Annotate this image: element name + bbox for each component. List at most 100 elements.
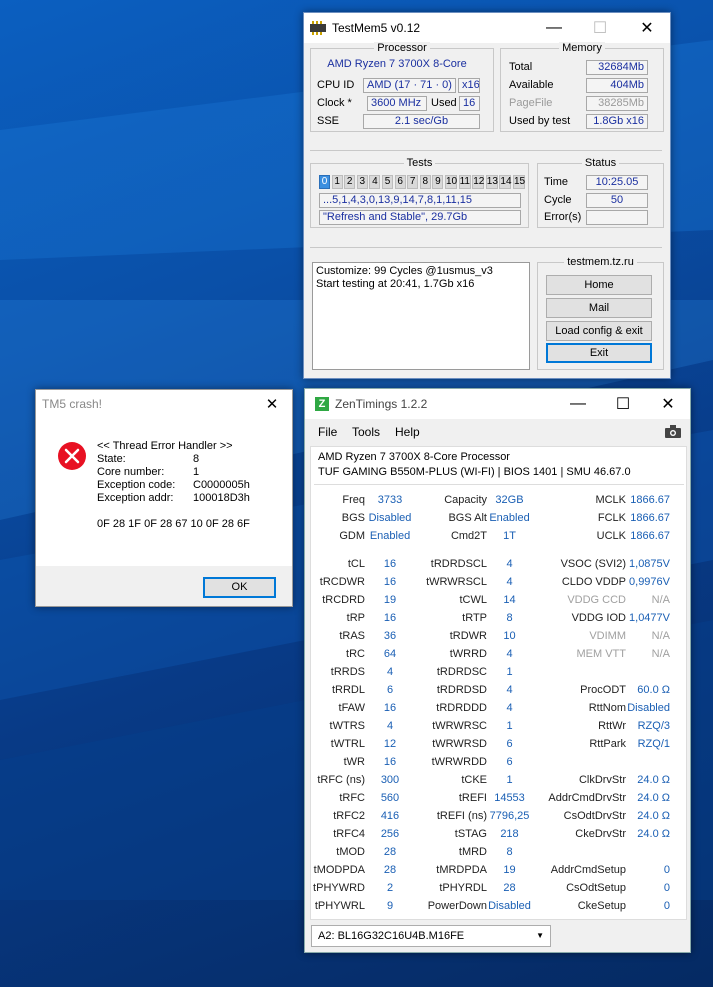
crash-close-button[interactable]: ✕: [252, 390, 292, 418]
chevron-down-icon: ▼: [536, 931, 544, 940]
used-label: Used: [431, 97, 457, 109]
sse-label: SSE: [317, 115, 340, 127]
timing-value: N/A: [651, 648, 670, 660]
timing-value: 4: [506, 648, 513, 660]
timing-value: 4: [506, 702, 513, 714]
zen-board-info: TUF GAMING B550M-PLUS (WI-FI) | BIOS 140…: [318, 466, 631, 478]
timing-label: tWTRL: [330, 738, 365, 750]
timing-value: 3733: [377, 494, 403, 506]
code-label: Exception code:: [97, 479, 176, 491]
timing-value: 218: [500, 828, 519, 840]
log-line: Start testing at 20:41, 1.7Gb x16: [316, 278, 475, 290]
timing-value: 24.0 Ω: [637, 774, 670, 786]
usedby-field: 1.8Gb x16: [586, 114, 648, 129]
maximize-button[interactable]: ☐: [577, 13, 623, 43]
timing-value: 4: [506, 558, 513, 570]
processor-name: AMD Ryzen 7 3700X 8-Core: [327, 58, 467, 70]
timing-value: Enabled: [489, 512, 530, 524]
timing-label: tWRWRDD: [431, 756, 487, 768]
close-button[interactable]: ✕: [624, 13, 670, 43]
test-number: 10: [445, 175, 458, 189]
timing-value: N/A: [651, 630, 670, 642]
load-config-button[interactable]: Load config & exit: [546, 321, 652, 341]
mail-button[interactable]: Mail: [546, 298, 652, 318]
crash-titlebar[interactable]: TM5 crash! ✕: [36, 390, 292, 418]
cycle-field: 50: [586, 193, 648, 208]
timing-value: 28: [383, 864, 397, 876]
menu-tools[interactable]: Tools: [352, 425, 380, 439]
module-select[interactable]: A2: BL16G32C16U4B.M16FE ▼: [311, 925, 551, 947]
timing-label: tFAW: [338, 702, 365, 714]
used-field: 16: [459, 96, 480, 111]
timing-value: 9: [386, 900, 394, 912]
minimize-button[interactable]: —: [531, 13, 577, 43]
zen-maximize-button[interactable]: ☐: [600, 389, 646, 419]
available-label: Available: [509, 79, 554, 91]
timing-value: 416: [380, 810, 400, 822]
timing-value: 1,0875V: [629, 558, 670, 570]
timing-value: 60.0 Ω: [637, 684, 670, 696]
timing-value: 24.0 Ω: [637, 828, 670, 840]
core-value: 1: [193, 466, 200, 478]
core-label: Core number:: [97, 466, 165, 478]
timing-value: 16: [383, 612, 397, 624]
timing-value: 1: [506, 666, 513, 678]
test-number: 14: [499, 175, 512, 189]
zentimings-title: ZenTimings 1.2.2: [335, 397, 428, 411]
test-sequence-field: ...5,1,4,3,0,13,9,14,7,8,1,11,15: [319, 193, 521, 208]
timing-label: tRP: [346, 612, 365, 624]
zen-minimize-button[interactable]: —: [555, 389, 601, 419]
clock-label: Clock *: [317, 97, 352, 109]
test-number: 8: [419, 175, 431, 189]
timing-value: 7796,25: [489, 810, 530, 822]
timing-value: 12: [383, 738, 397, 750]
timing-value: 6: [506, 738, 513, 750]
home-button[interactable]: Home: [546, 275, 652, 295]
log-textbox[interactable]: Customize: 99 Cycles @1usmus_v3 Start te…: [312, 262, 530, 370]
separator: [310, 247, 662, 248]
timing-label: tRDRDSD: [436, 684, 487, 696]
ok-button[interactable]: OK: [203, 577, 276, 598]
timing-value: 6: [386, 684, 394, 696]
timing-label: tCL: [347, 558, 365, 570]
exit-button[interactable]: Exit: [546, 343, 652, 363]
timing-value: 1,0477V: [629, 612, 670, 624]
cycle-label: Cycle: [544, 194, 572, 206]
test-number: 7: [407, 175, 419, 189]
state-label: State:: [97, 453, 126, 465]
test-number: 15: [513, 175, 526, 189]
zentimings-titlebar[interactable]: Z ZenTimings 1.2.2 — ☐ ✕: [305, 389, 690, 419]
timing-value: 300: [380, 774, 400, 786]
addr-value: 100018D3h: [193, 492, 250, 504]
timing-value: 0: [663, 882, 670, 894]
processor-group-title: Processor: [374, 42, 430, 54]
total-field: 32684Mb: [586, 60, 648, 75]
menu-file[interactable]: File: [318, 425, 337, 439]
zen-close-button[interactable]: ✕: [645, 389, 691, 419]
state-value: 8: [193, 453, 200, 465]
timing-value: 14: [503, 594, 516, 606]
testmem-titlebar[interactable]: TestMem5 v0.12 — ☐ ✕: [304, 13, 670, 43]
timing-value: 4: [506, 576, 513, 588]
timing-value: 1866.67: [630, 494, 670, 506]
timing-value: 16: [383, 576, 397, 588]
camera-icon[interactable]: [665, 425, 681, 438]
available-field: 404Mb: [586, 78, 648, 93]
timing-label: tMOD: [336, 846, 365, 858]
cpuid-threads-field: x16: [458, 78, 480, 93]
test-number: 3: [356, 175, 368, 189]
timing-value: RZQ/1: [637, 738, 670, 750]
cpuid-field: AMD (17 · 71 · 0): [363, 78, 456, 93]
menu-help[interactable]: Help: [395, 425, 420, 439]
timing-value: 8: [506, 846, 513, 858]
timing-value: 16: [383, 702, 397, 714]
timing-label: tCWL: [459, 594, 488, 606]
clock-field: 3600 MHz: [367, 96, 427, 111]
test-config-field: "Refresh and Stable", 29.7Gb: [319, 210, 521, 225]
timing-value: Disabled: [627, 702, 670, 714]
timing-value: 0: [663, 864, 670, 876]
sse-field: 2.1 sec/Gb: [363, 114, 480, 129]
timing-value: 0: [663, 900, 670, 912]
timing-label: tMODPDA: [313, 864, 365, 876]
timing-label: tCKE: [461, 774, 487, 786]
